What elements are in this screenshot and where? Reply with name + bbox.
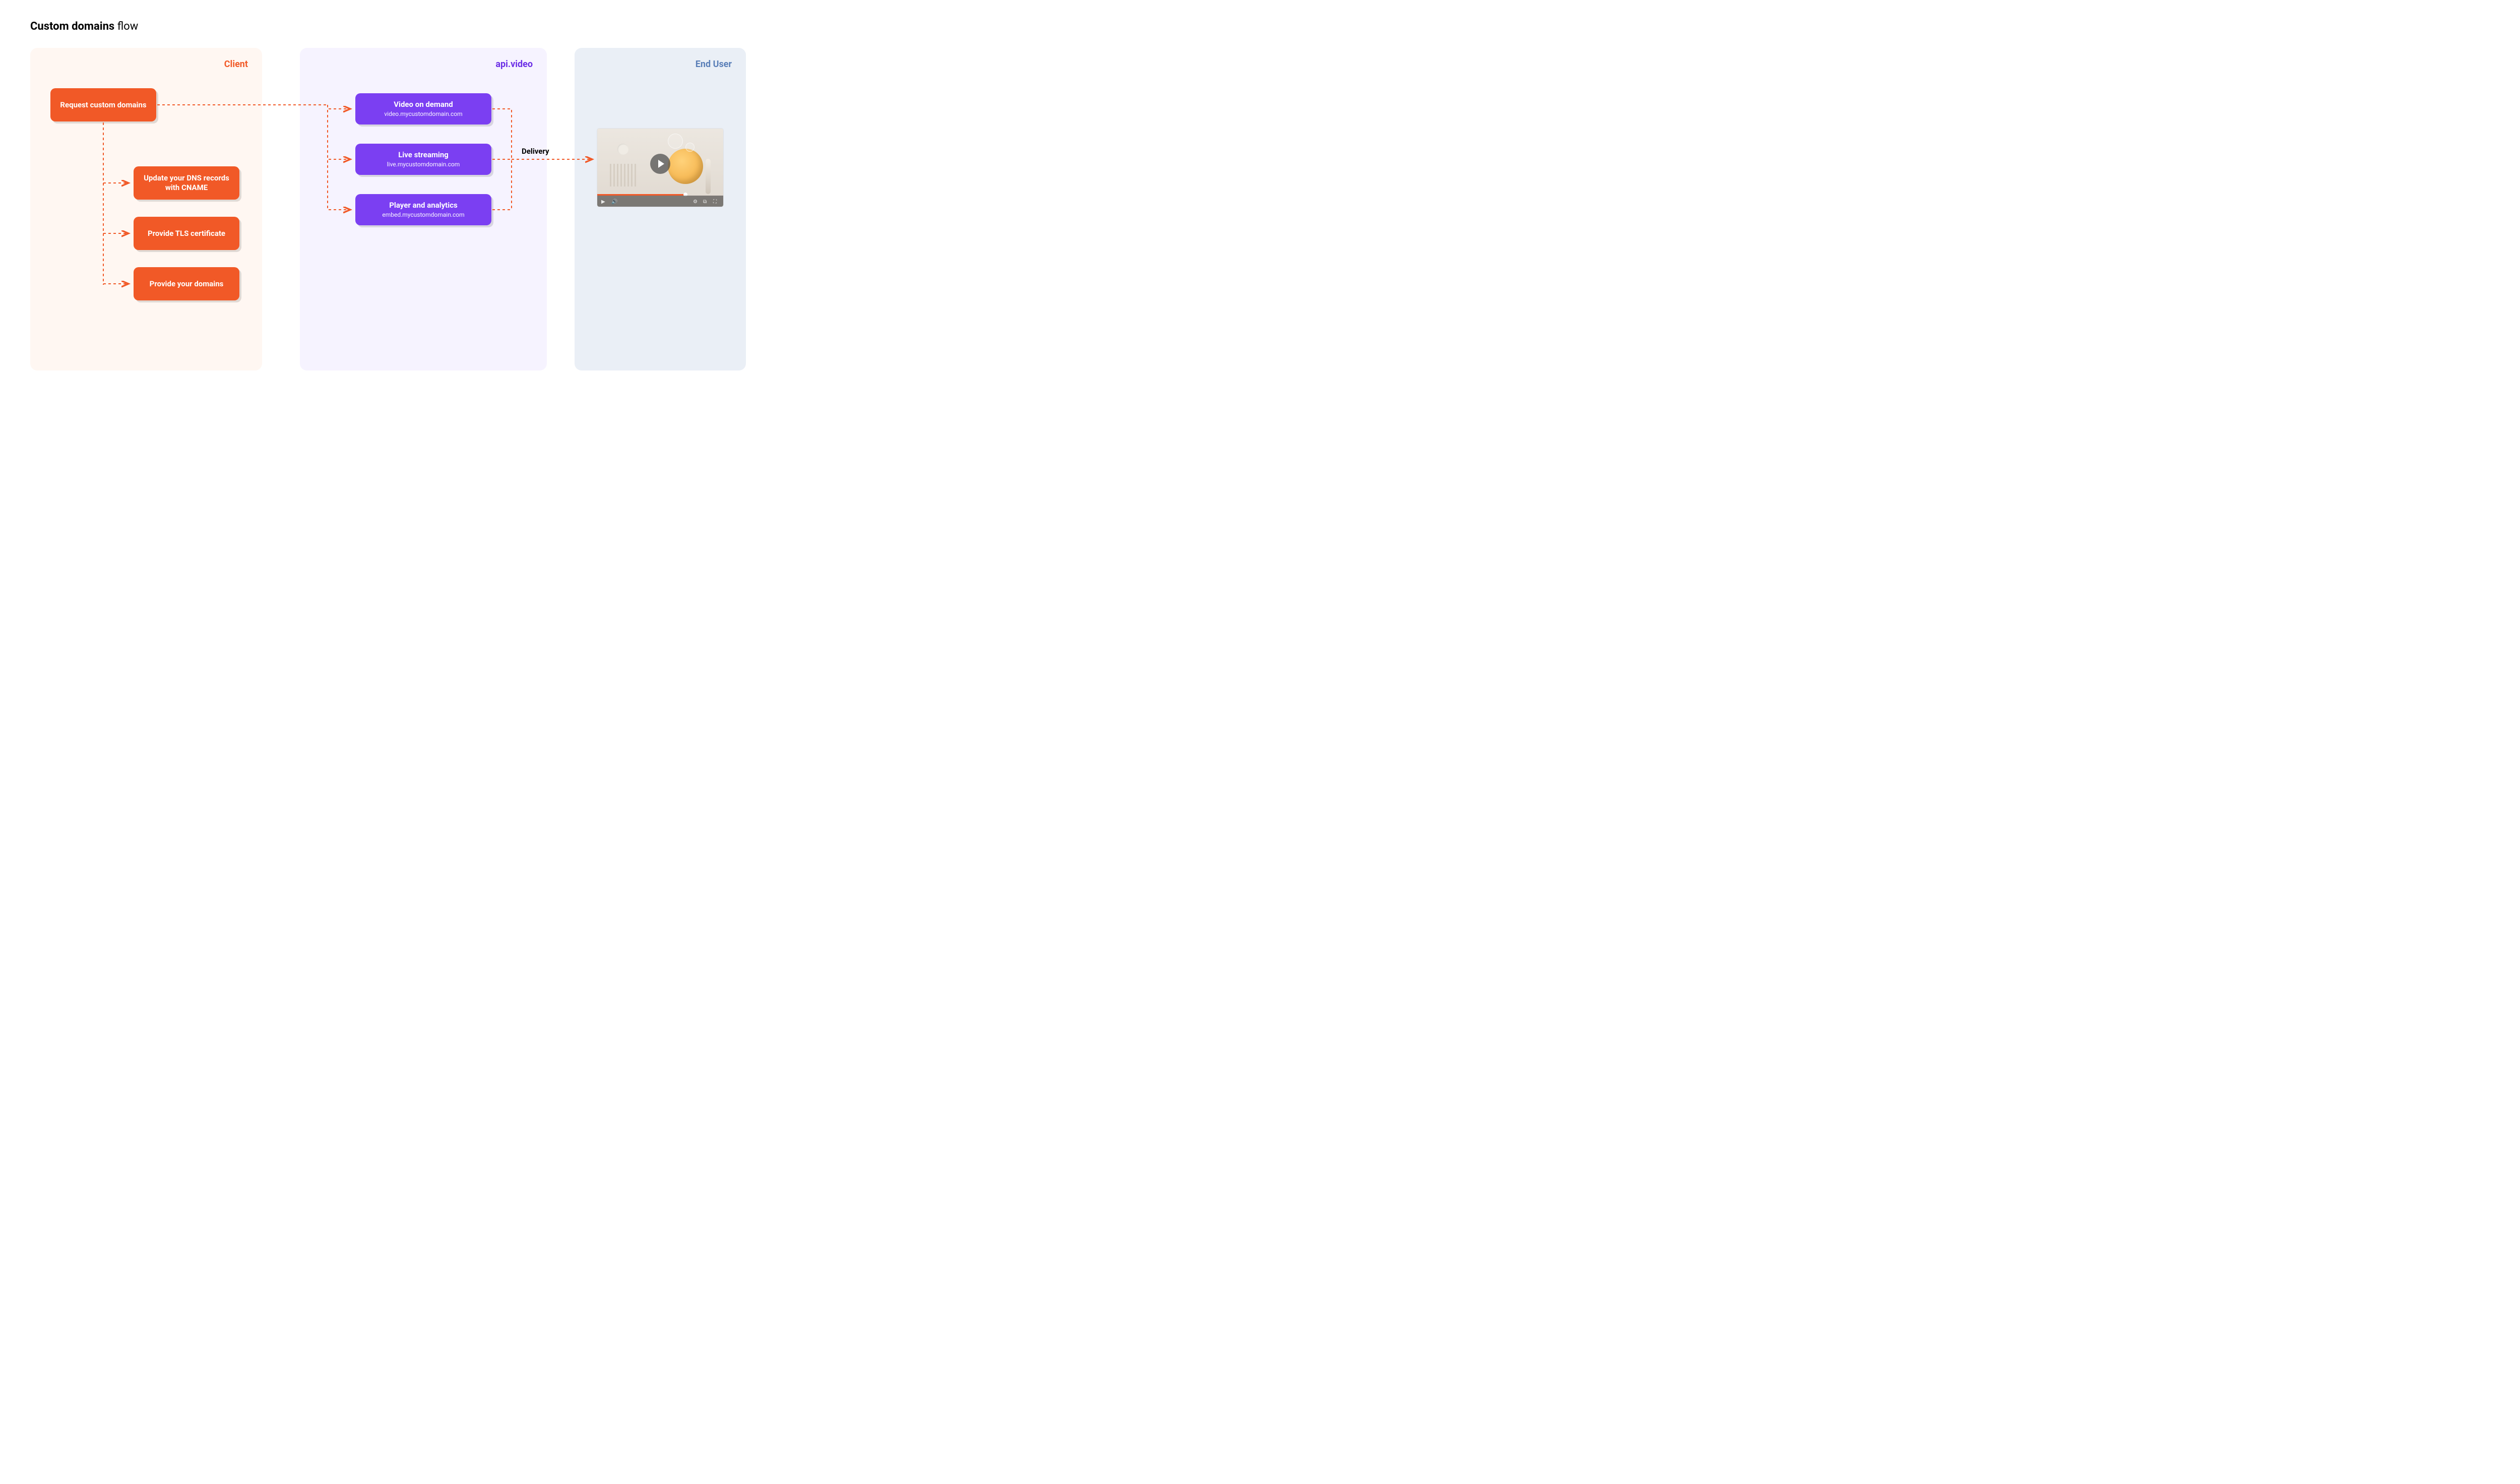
thumb-decor-disc	[668, 149, 703, 184]
box-request-label: Request custom domains	[60, 100, 146, 110]
box-vod-sub: video.mycustomdomain.com	[384, 110, 462, 118]
thumb-decor-lines	[610, 164, 638, 187]
box-update-dns: Update your DNS records with CNAME	[134, 166, 239, 200]
box-player-analytics: Player and analytics embed.mycustomdomai…	[355, 194, 491, 225]
box-video-on-demand: Video on demand video.mycustomdomain.com	[355, 93, 491, 125]
box-request-custom-domains: Request custom domains	[50, 88, 156, 121]
box-live-title: Live streaming	[398, 150, 449, 160]
panel-end-label: End User	[696, 59, 732, 70]
play-small-icon: ▶	[601, 199, 607, 205]
diagram-canvas: Client api.video End User Request custom…	[30, 48, 746, 381]
thumb-decor-bubble-small	[685, 143, 695, 152]
thumb-decor-bubble	[668, 134, 683, 149]
box-provide-domains: Provide your domains	[134, 267, 239, 300]
panel-end-user: End User	[575, 48, 746, 370]
box-live-sub: live.mycustomdomain.com	[387, 161, 460, 168]
thumb-left-controls: ▶ 🔊	[601, 199, 617, 205]
thumb-decor-cylinder	[706, 159, 711, 194]
diagram-title: Custom domains flow	[30, 20, 2490, 33]
delivery-label: Delivery	[522, 147, 549, 156]
title-light: flow	[117, 20, 139, 33]
thumb-decor-sphere	[617, 144, 628, 155]
pip-icon: ⧉	[703, 199, 709, 205]
title-bold: Custom domains	[30, 20, 114, 33]
box-embed-title: Player and analytics	[389, 201, 458, 210]
box-provide-tls: Provide TLS certificate	[134, 217, 239, 250]
play-icon	[650, 154, 670, 174]
volume-icon: 🔊	[611, 199, 617, 205]
box-tls-label: Provide TLS certificate	[148, 229, 225, 238]
box-vod-title: Video on demand	[394, 100, 453, 109]
box-dns-label: Update your DNS records with CNAME	[143, 173, 230, 193]
thumb-right-controls: ⚙ ⧉ ⛶	[693, 199, 719, 205]
box-domains-label: Provide your domains	[150, 279, 224, 289]
video-thumbnail: ▶ 🔊 ⚙ ⧉ ⛶	[597, 129, 723, 207]
box-embed-sub: embed.mycustomdomain.com	[382, 211, 464, 219]
settings-icon: ⚙	[693, 199, 699, 205]
box-live-streaming: Live streaming live.mycustomdomain.com	[355, 144, 491, 175]
fullscreen-icon: ⛶	[713, 199, 719, 205]
panel-client-label: Client	[224, 59, 248, 70]
thumb-control-bar: ▶ 🔊 ⚙ ⧉ ⛶	[597, 196, 723, 207]
panel-api-label: api.video	[495, 59, 533, 70]
